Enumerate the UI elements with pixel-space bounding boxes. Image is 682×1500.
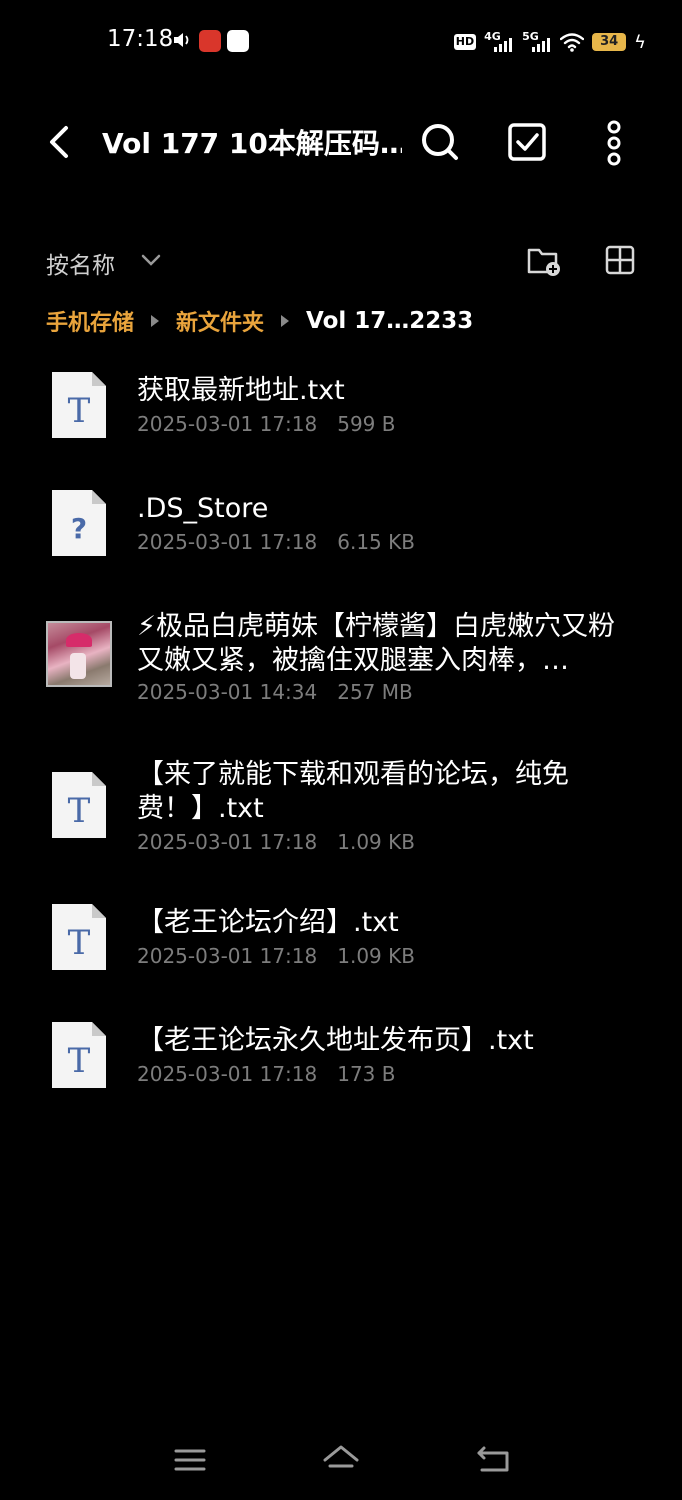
volume-icon [174, 33, 189, 47]
status-time: 17:18 [107, 26, 174, 52]
select-checkbox-icon[interactable] [506, 120, 548, 164]
file-meta: 2025-03-01 17:18 6.15 KB [137, 530, 415, 554]
home-icon[interactable] [322, 1444, 360, 1476]
file-glyph: ? [71, 512, 87, 545]
grid-view-icon[interactable] [604, 244, 636, 276]
file-name: ⚡极品白虎萌妹【柠檬酱】白虎嫩穴又粉又嫩又紧，被擒住双腿塞入肉棒，… [137, 611, 615, 676]
file-size: 6.15 KB [337, 530, 415, 554]
text-file-icon: T [52, 772, 106, 838]
file-date: 2025-03-01 17:18 [137, 1062, 318, 1086]
file-size: 1.09 KB [337, 944, 415, 968]
chevron-down-icon[interactable] [140, 252, 162, 268]
text-file-icon: T [52, 372, 106, 438]
breadcrumb-current-folder: Vol 17…2233 [306, 308, 474, 334]
file-meta: 2025-03-01 17:18 1.09 KB [137, 830, 415, 854]
file-size: 257 MB [337, 680, 413, 704]
unknown-file-icon: ? [52, 490, 106, 556]
text-file-icon: T [52, 1022, 106, 1088]
file-date: 2025-03-01 17:18 [137, 944, 318, 968]
recent-apps-icon[interactable] [174, 1448, 206, 1472]
signal-5g-icon: 5G [522, 30, 552, 54]
back-arrow-icon[interactable] [40, 120, 80, 164]
file-glyph: T [68, 923, 91, 963]
breadcrumb-new-folder[interactable]: 新文件夹 [176, 305, 264, 337]
file-date: 2025-03-01 17:18 [137, 530, 318, 554]
folder-title: Vol 177 10本解压码… [102, 127, 402, 160]
file-date: 2025-03-01 17:18 [137, 830, 318, 854]
breadcrumb-separator-icon [281, 315, 290, 327]
file-row[interactable]: T 【老王论坛永久地址发布页】.txt 2025-03-01 17:18 173 … [0, 1018, 682, 1118]
new-folder-icon[interactable] [526, 244, 562, 278]
file-name: 获取最新地址.txt [137, 375, 345, 406]
breadcrumb-separator-icon [151, 315, 160, 327]
file-name: 【来了就能下载和观看的论坛，纯免费！】.txt [137, 759, 569, 824]
file-glyph: T [68, 391, 91, 431]
breadcrumb: 手机存储 新文件夹 Vol 17…2233 [46, 304, 473, 338]
video-thumbnail [46, 621, 112, 687]
file-meta: 2025-03-01 17:18 1.09 KB [137, 944, 415, 968]
gallery-notification-icon [227, 30, 249, 52]
file-meta: 2025-03-01 14:34 257 MB [137, 680, 413, 704]
text-file-icon: T [52, 904, 106, 970]
file-date: 2025-03-01 17:18 [137, 412, 318, 436]
file-row[interactable]: T 【老王论坛介绍】.txt 2025-03-01 17:18 1.09 KB [0, 900, 682, 1000]
file-meta: 2025-03-01 17:18 173 B [137, 1062, 396, 1086]
file-size: 1.09 KB [337, 830, 415, 854]
file-name: 【老王论坛介绍】.txt [137, 907, 399, 938]
back-nav-icon[interactable] [476, 1444, 510, 1474]
file-date: 2025-03-01 14:34 [137, 680, 318, 704]
file-meta: 2025-03-01 17:18 599 B [137, 412, 396, 436]
status-bar: 17:18 HD 4G 5G 34 ϟ [0, 0, 682, 84]
search-icon[interactable] [418, 118, 462, 166]
file-size: 173 B [337, 1062, 396, 1086]
status-indicators: HD 4G 5G 34 ϟ [453, 28, 646, 56]
file-row[interactable]: ⚡极品白虎萌妹【柠檬酱】白虎嫩穴又粉又嫩又紧，被擒住双腿塞入肉棒，… 2025-… [0, 606, 682, 716]
file-name: 【老王论坛永久地址发布页】.txt [137, 1025, 534, 1056]
file-row[interactable]: T 【来了就能下载和观看的论坛，纯免费！】.txt 2025-03-01 17:… [0, 756, 682, 866]
signal-4g-icon: 4G [484, 30, 514, 54]
hd-badge: HD [453, 34, 477, 50]
system-navigation-bar [0, 1420, 682, 1500]
battery-icon: 34 [592, 33, 627, 51]
file-size: 599 B [337, 412, 396, 436]
file-row[interactable]: ? .DS_Store 2025-03-01 17:18 6.15 KB [0, 484, 682, 584]
file-glyph: T [68, 1041, 91, 1081]
breadcrumb-phone-storage[interactable]: 手机存储 [46, 305, 134, 337]
sort-bar: 按名称 [0, 236, 682, 288]
charging-icon: ϟ [634, 31, 646, 53]
more-options-icon[interactable] [598, 120, 630, 166]
top-app-bar: Vol 177 10本解压码… [0, 100, 682, 186]
file-glyph: T [68, 791, 91, 831]
app-notification-icon [199, 30, 221, 52]
wifi-icon [560, 33, 585, 52]
file-name: .DS_Store [137, 493, 269, 524]
file-row[interactable]: T 获取最新地址.txt 2025-03-01 17:18 599 B [0, 366, 682, 466]
sort-by-name-button[interactable]: 按名称 [46, 246, 115, 280]
